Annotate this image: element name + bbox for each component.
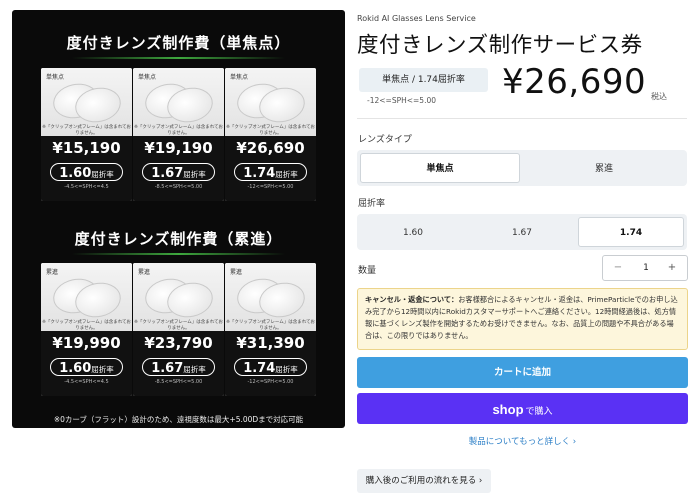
product-title: 度付きレンズ制作サービス券 xyxy=(357,33,643,58)
lens-photo: 累進 ※「クリップオン式フレーム」は含まれておりません。 xyxy=(133,263,224,331)
notice-heading: キャンセル・返金について： xyxy=(365,295,459,304)
product-details-link[interactable]: 製品についてもっと詳しく › xyxy=(357,435,688,447)
card-tag: 累進 xyxy=(138,269,151,276)
promo-footnote: ※0カーブ（フラット）設計のため、遠視度数は最大+5.00Dまで対応可能 xyxy=(53,415,304,424)
lens-photo: 単焦点 ※「クリップオン式フレーム」は含まれておりません。 xyxy=(225,68,316,136)
quantity-stepper: − 1 + xyxy=(602,255,688,281)
quantity-decrease-button[interactable]: − xyxy=(607,256,629,280)
price-card-progressive-174: 累進 ※「クリップオン式フレーム」は含まれておりません。 ¥31,390 1.7… xyxy=(225,263,316,396)
refraction-option-174[interactable]: 1.74 xyxy=(578,217,684,247)
card-price: ¥19,190 xyxy=(144,139,213,157)
tax-label: 税込 xyxy=(651,92,667,101)
lens-type-label: レンズタイプ xyxy=(358,135,412,145)
card-index-pill: 1.60屈折率 xyxy=(50,358,123,376)
selected-variant-badge: 単焦点 / 1.74屈折率 xyxy=(359,68,488,92)
promo-divider xyxy=(72,57,285,59)
quantity-label: 数量 xyxy=(358,266,377,276)
price-card-single-174: 単焦点 ※「クリップオン式フレーム」は含まれておりません。 ¥26,690 1.… xyxy=(225,68,316,201)
card-index-pill: 1.74屈折率 xyxy=(234,358,307,376)
card-range: -12<=SPH<=5.00 xyxy=(247,184,294,190)
card-price: ¥19,990 xyxy=(52,334,121,352)
price-card-progressive-167: 累進 ※「クリップオン式フレーム」は含まれておりません。 ¥23,790 1.6… xyxy=(133,263,224,396)
card-tag: 単焦点 xyxy=(230,74,249,81)
product-image[interactable]: 度付きレンズ制作費（単焦点） 単焦点 ※「クリップオン式フレーム」は含まれており… xyxy=(12,10,345,428)
divider xyxy=(357,118,687,119)
card-index-pill: 1.74屈折率 xyxy=(234,163,307,181)
quantity-increase-button[interactable]: + xyxy=(661,256,683,280)
lens-type-option-progressive[interactable]: 累進 xyxy=(524,153,684,183)
brand-name: Rokid AI Glasses Lens Service xyxy=(357,14,476,23)
card-note: ※「クリップオン式フレーム」は含まれておりません。 xyxy=(226,320,315,331)
card-price: ¥31,390 xyxy=(236,334,305,352)
promo-title-single: 度付きレンズ制作費（単焦点） xyxy=(66,34,291,52)
price-card-single-160: 単焦点 ※「クリップオン式フレーム」は含まれておりません。 ¥15,190 1.… xyxy=(41,68,132,201)
card-tag: 単焦点 xyxy=(46,74,65,81)
refraction-option-167[interactable]: 1.67 xyxy=(469,217,575,247)
shop-pay-button[interactable]: shop で購入 xyxy=(357,393,688,424)
card-note: ※「クリップオン式フレーム」は含まれておりません。 xyxy=(42,125,131,136)
promo-divider xyxy=(72,253,285,255)
quantity-input[interactable]: 1 xyxy=(629,256,663,280)
selected-sph-range: -12<=SPH<=5.00 xyxy=(367,96,437,105)
refraction-option-160[interactable]: 1.60 xyxy=(360,217,466,247)
lens-photo: 単焦点 ※「クリップオン式フレーム」は含まれておりません。 xyxy=(41,68,132,136)
price-card-single-167: 単焦点 ※「クリップオン式フレーム」は含まれておりません。 ¥19,190 1.… xyxy=(133,68,224,201)
lens-type-option-single[interactable]: 単焦点 xyxy=(360,153,520,183)
card-note: ※「クリップオン式フレーム」は含まれておりません。 xyxy=(226,125,315,136)
lens-type-selector: 単焦点 累進 xyxy=(357,150,687,186)
card-index-pill: 1.60屈折率 xyxy=(50,163,123,181)
shop-logo: shop xyxy=(492,402,524,417)
card-price: ¥23,790 xyxy=(144,334,213,352)
product-price: ¥26,690 xyxy=(502,62,647,102)
card-index-pill: 1.67屈折率 xyxy=(142,358,215,376)
price-card-progressive-160: 累進 ※「クリップオン式フレーム」は含まれておりません。 ¥19,990 1.6… xyxy=(41,263,132,396)
card-range: -4.5<=SPH<=4.5 xyxy=(64,184,109,190)
promo-title-progressive: 度付きレンズ制作費（累進） xyxy=(74,230,283,248)
card-note: ※「クリップオン式フレーム」は含まれておりません。 xyxy=(134,125,223,136)
lens-photo: 累進 ※「クリップオン式フレーム」は含まれておりません。 xyxy=(225,263,316,331)
card-tag: 累進 xyxy=(46,269,59,276)
card-range: -12<=SPH<=5.00 xyxy=(247,379,294,385)
lens-photo: 単焦点 ※「クリップオン式フレーム」は含まれておりません。 xyxy=(133,68,224,136)
lens-photo: 累進 ※「クリップオン式フレーム」は含まれておりません。 xyxy=(41,263,132,331)
card-tag: 単焦点 xyxy=(138,74,157,81)
refraction-label: 屈折率 xyxy=(358,199,386,209)
card-tag: 累進 xyxy=(230,269,243,276)
card-range: -8.5<=SPH<=5.00 xyxy=(154,379,203,385)
card-range: -4.5<=SPH<=4.5 xyxy=(64,379,109,385)
shop-buy-label: で購入 xyxy=(525,407,553,417)
cancellation-notice: キャンセル・返金について：お客様都合によるキャンセル・返金は、PrimePart… xyxy=(357,288,688,350)
refraction-selector: 1.60 1.67 1.74 xyxy=(357,214,687,250)
card-index-pill: 1.67屈折率 xyxy=(142,163,215,181)
card-note: ※「クリップオン式フレーム」は含まれておりません。 xyxy=(42,320,131,331)
card-note: ※「クリップオン式フレーム」は含まれておりません。 xyxy=(134,320,223,331)
usage-flow-button[interactable]: 購入後のご利用の流れを見る › xyxy=(357,469,491,493)
add-to-cart-button[interactable]: カートに追加 xyxy=(357,357,688,388)
card-range: -8.5<=SPH<=5.00 xyxy=(154,184,203,190)
card-price: ¥26,690 xyxy=(236,139,305,157)
card-price: ¥15,190 xyxy=(52,139,121,157)
